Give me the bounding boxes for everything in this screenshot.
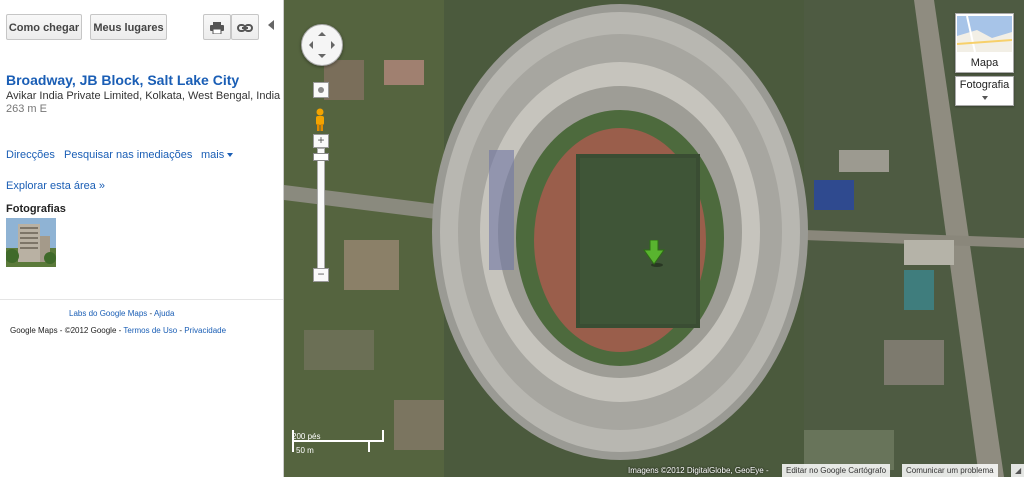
more-label: mais <box>201 149 225 161</box>
directions-link[interactable]: Direcções <box>6 149 55 161</box>
photo-layer-label: Fotografia <box>959 79 1010 91</box>
zoom-slider-track[interactable] <box>317 148 325 278</box>
photos-heading: Fotografias <box>6 203 66 215</box>
pan-control-icon <box>309 32 335 58</box>
resize-handle[interactable]: ◢ <box>1011 464 1024 477</box>
copyright-text: Google Maps - ©2012 Google - <box>10 326 124 335</box>
map-type-label: Mapa <box>970 57 999 69</box>
place-title[interactable]: Broadway, JB Block, Salt Lake City <box>6 72 239 88</box>
footer-links-row: Labs do Google Maps - Ajuda <box>69 309 175 318</box>
imagery-credit: Imagens ©2012 DigitalGlobe, GeoEye - <box>628 466 769 475</box>
location-marker-icon[interactable] <box>643 240 665 268</box>
my-places-button[interactable]: Meus lugares <box>90 14 167 40</box>
zoom-out-icon[interactable]: − <box>313 268 329 282</box>
zoom-in-icon[interactable]: + <box>313 134 329 148</box>
map-type-button[interactable]: Mapa <box>955 13 1014 73</box>
pan-control[interactable] <box>301 24 343 66</box>
scale-meters-label: 50 m <box>296 446 314 455</box>
place-address: Avikar India Private Limited, Kolkata, W… <box>6 90 281 102</box>
terms-link[interactable]: Termos de Uso <box>123 326 177 335</box>
map-scale: 200 pés 50 m <box>292 430 392 460</box>
map-thumbnail <box>957 16 1012 52</box>
privacy-link[interactable]: Privacidade <box>184 326 226 335</box>
report-problem-link[interactable]: Comunicar um problema <box>902 464 998 477</box>
chevron-down-icon <box>227 153 234 158</box>
link-icon <box>237 24 253 33</box>
zoom-slider-handle[interactable] <box>313 153 329 161</box>
sidebar-panel: Como chegar Meus lugares Broadway, JB Bl… <box>0 0 284 477</box>
labs-link[interactable]: Labs do Google Maps <box>69 309 147 318</box>
print-button[interactable] <box>203 14 231 40</box>
explore-area-link[interactable]: Explorar esta área » <box>6 180 105 192</box>
link-button[interactable] <box>231 14 259 40</box>
help-link[interactable]: Ajuda <box>154 309 174 318</box>
more-link[interactable]: mais <box>201 149 234 161</box>
print-icon <box>210 22 224 35</box>
search-nearby-link[interactable]: Pesquisar nas imediações <box>64 149 192 161</box>
collapse-arrow-icon[interactable] <box>268 20 274 30</box>
place-distance: 263 m E <box>6 103 47 115</box>
sidebar-divider <box>0 299 283 300</box>
edit-map-link[interactable]: Editar no Google Cartógrafo <box>782 464 891 477</box>
directions-button[interactable]: Como chegar <box>6 14 82 40</box>
reset-view-button[interactable] <box>313 82 329 98</box>
chevron-down-icon <box>982 96 988 100</box>
satellite-map[interactable]: Mapa Fotografia 200 pés 50 m Imagens ©20… <box>284 0 1024 477</box>
photo-thumbnail[interactable] <box>6 218 56 267</box>
copyright-row: Google Maps - ©2012 Google - Termos de U… <box>10 326 227 335</box>
photo-layer-button[interactable]: Fotografia <box>955 76 1014 106</box>
satellite-imagery <box>284 0 1024 477</box>
